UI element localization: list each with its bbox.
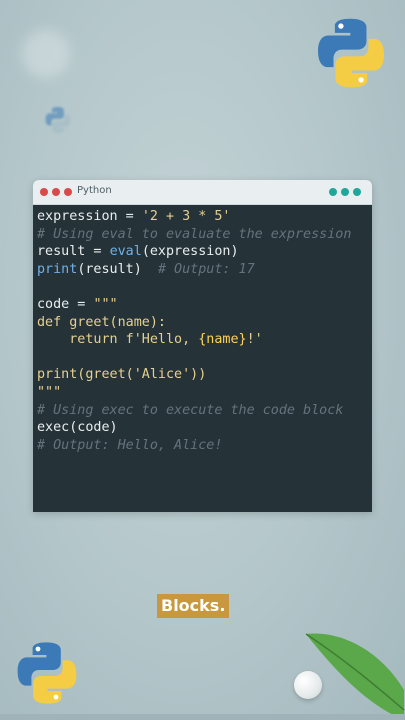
- code-line: """: [37, 384, 372, 402]
- code-token: """: [93, 296, 118, 312]
- code-token: def greet(name):: [37, 314, 166, 330]
- code-token: """: [37, 384, 62, 400]
- python-logo-icon: [17, 642, 77, 704]
- code-token: # Output: Hello, Alice!: [37, 437, 223, 453]
- code-token: print(greet('Alice')): [37, 367, 207, 383]
- code-token: eval: [109, 244, 142, 260]
- code-line: print(result) # Output: 17: [37, 261, 372, 279]
- caption-text: Blocks.: [157, 594, 230, 618]
- code-token: {name}: [198, 332, 247, 348]
- status-dot: [353, 188, 361, 196]
- bottom-bar: [0, 714, 405, 720]
- decorative-ball: [294, 671, 322, 699]
- code-token: expression =: [37, 209, 142, 224]
- code-line: exec(code): [37, 419, 372, 437]
- window-titlebar: Python: [33, 180, 372, 205]
- background-blob: [22, 30, 70, 78]
- code-token: # Using eval to evaluate the expression: [37, 226, 352, 242]
- close-window-dot[interactable]: [40, 188, 48, 196]
- code-line: def greet(name):: [37, 314, 372, 332]
- code-editor-window: Python expression = '2 + 3 * 5' # Using e…: [33, 180, 372, 512]
- code-line: # Output: Hello, Alice!: [37, 437, 372, 455]
- code-line: print(greet('Alice')): [37, 366, 372, 384]
- code-token: return f'Hello,: [37, 332, 199, 348]
- code-line: return f'Hello, {name}!': [37, 331, 372, 349]
- code-token: exec(code): [37, 420, 118, 436]
- code-line: # Using exec to execute the code block: [37, 402, 372, 420]
- status-dot: [341, 188, 349, 196]
- maximize-window-dot[interactable]: [64, 188, 72, 196]
- code-token: result =: [37, 244, 110, 260]
- code-token: (expression): [141, 244, 239, 260]
- status-dot: [329, 188, 337, 196]
- code-token: # Output: 17: [157, 261, 255, 277]
- code-token: print: [37, 261, 78, 277]
- code-token: code =: [37, 296, 94, 312]
- code-line: expression = '2 + 3 * 5': [37, 208, 372, 226]
- code-line: # Using eval to evaluate the expression: [37, 226, 372, 244]
- python-logo-icon: [45, 107, 71, 133]
- minimize-window-dot[interactable]: [52, 188, 60, 196]
- python-logo-icon: [318, 18, 384, 88]
- window-title: Python: [77, 185, 112, 196]
- code-token: !': [246, 332, 263, 348]
- code-token: (result): [77, 261, 158, 277]
- code-line: result = eval(expression): [37, 243, 372, 261]
- code-line: code = """: [37, 296, 372, 314]
- code-block: expression = '2 + 3 * 5' # Using eval to …: [37, 208, 372, 454]
- code-token: # Using exec to execute the code block: [37, 402, 344, 418]
- code-token: '2 + 3 * 5': [141, 209, 231, 224]
